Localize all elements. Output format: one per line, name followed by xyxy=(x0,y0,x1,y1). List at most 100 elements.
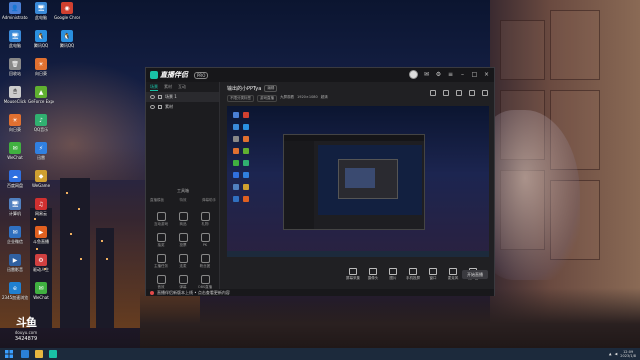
share-icon[interactable] xyxy=(482,90,488,96)
folder-icon xyxy=(35,350,43,358)
desktop-icon[interactable]: 🖥 此电脑 xyxy=(2,30,28,48)
tool-icon xyxy=(156,212,166,221)
tab-sources[interactable]: 素材 xyxy=(164,84,172,90)
desktop-icon[interactable]: ✉ WeChat xyxy=(28,282,54,300)
app-logo-icon xyxy=(150,71,158,79)
taskbar-app-ie[interactable] xyxy=(18,348,32,360)
desktop-icon[interactable]: 🐧 腾讯QQ xyxy=(54,30,80,48)
edit-title-button[interactable]: 编辑 xyxy=(264,85,278,92)
tool-item[interactable]: 弹幕 xyxy=(172,275,194,290)
desktop-icon[interactable]: ☀ 向日葵 xyxy=(2,114,28,132)
floor xyxy=(140,288,640,348)
tool-item[interactable]: OBS直播 xyxy=(194,275,216,290)
desktop-icon[interactable]: ▶ 迅雷影音 xyxy=(2,254,28,272)
microphone-button[interactable]: 麦克风 xyxy=(445,267,461,281)
desktop-icon[interactable]: ✉ WeChat xyxy=(2,142,28,160)
minimize-icon[interactable]: – xyxy=(459,71,466,78)
go-live-button[interactable]: 开始直播 xyxy=(462,270,488,279)
desktop-icon[interactable]: ☀ 向日葵 xyxy=(28,58,54,76)
preview-nested-window xyxy=(283,134,425,230)
lock-icon[interactable] xyxy=(158,95,162,99)
category-tag[interactable]: 不限分类标签 xyxy=(227,95,254,102)
scene-item[interactable]: 场景 1 xyxy=(146,92,219,102)
screen-capture-button[interactable]: 屏幕采集 xyxy=(345,267,361,281)
tool-item[interactable]: 音效 xyxy=(150,275,172,290)
taskbar-app-explorer[interactable] xyxy=(32,348,46,360)
tab-scenes[interactable]: 场景 xyxy=(150,84,158,91)
tool-icon xyxy=(178,212,188,221)
meta-text: 1920×1080 xyxy=(297,95,318,99)
tool-icon xyxy=(156,275,166,284)
desktop-icon[interactable]: 🖥 此电脑 xyxy=(28,2,54,20)
scene-item[interactable]: 素材 xyxy=(146,102,219,112)
desktop-icon[interactable]: 🐧 腾讯QQ xyxy=(28,30,54,48)
notice-bar[interactable]: 直播伴侣新版本上线 • 点击查看更新内容 xyxy=(146,289,494,296)
image-button[interactable]: 图片 xyxy=(385,267,401,281)
desktop-icon[interactable]: 🗑 回收站 xyxy=(2,58,28,76)
main-panel: 输出的小PPTya 编辑 不限分类标签 游戏直播 大屏观看 1920×1080 … xyxy=(221,82,494,289)
layout-icon[interactable] xyxy=(430,90,436,96)
desktop-icon[interactable]: ☁ 百度网盘 xyxy=(2,170,28,188)
tool-item[interactable]: 商品 xyxy=(172,212,194,227)
network-icon[interactable]: ▲ xyxy=(609,352,612,356)
desktop-icon[interactable]: ◉Google Chrome xyxy=(54,2,80,20)
tool-item[interactable]: PK xyxy=(194,233,216,248)
start-button[interactable] xyxy=(0,348,18,360)
settings-icon[interactable]: ⚙ xyxy=(435,71,442,78)
tool-item[interactable]: 连麦 xyxy=(172,254,194,269)
toolbox-tab[interactable]: 弹幕助手 xyxy=(202,198,216,203)
desktop-icon[interactable]: ♪ QQ音乐 xyxy=(28,114,54,132)
tab-interact[interactable]: 互动 xyxy=(178,84,186,90)
desktop-icon[interactable]: 🖱 MouseClick xyxy=(2,86,28,104)
desktop-icon[interactable]: ◆ WeGame xyxy=(28,170,54,188)
tool-item[interactable]: 主播任务 xyxy=(150,254,172,269)
lock-icon[interactable] xyxy=(158,105,162,109)
tool-item[interactable]: 礼物 xyxy=(194,212,216,227)
tool-item[interactable]: 投票 xyxy=(172,233,194,248)
taskbar-app-live[interactable] xyxy=(46,348,60,360)
category-tag[interactable]: 游戏直播 xyxy=(257,95,277,102)
toolbox-tab[interactable]: 特效 xyxy=(180,198,187,203)
maximize-icon[interactable]: □ xyxy=(471,71,478,78)
camera-icon[interactable] xyxy=(456,90,462,96)
toolbox-tab[interactable]: 直播模板 xyxy=(150,198,164,203)
record-icon[interactable] xyxy=(443,90,449,96)
menu-icon[interactable]: ≡ xyxy=(447,71,454,78)
fullscreen-icon[interactable] xyxy=(469,90,475,96)
tool-item[interactable]: 抽奖 xyxy=(150,233,172,248)
stream-info: 输出的小PPTya 编辑 不限分类标签 游戏直播 大屏观看 1920×1080 … xyxy=(221,82,494,104)
computer-icon: 🖥 xyxy=(35,2,47,14)
douyu-domain: douyu.com xyxy=(14,330,38,335)
desktop-icon[interactable]: ▶ 斗鱼直播 xyxy=(28,226,54,244)
close-icon[interactable]: × xyxy=(483,71,490,78)
stream-preview[interactable] xyxy=(227,106,489,257)
desktop-icon[interactable]: 🖥 计算机 xyxy=(2,198,28,216)
scene-label: 素材 xyxy=(165,104,173,109)
camera-button[interactable]: 摄像头 xyxy=(365,267,381,281)
version-badge[interactable]: PRO xyxy=(194,71,209,79)
mouse-icon: 🖱 xyxy=(9,86,21,98)
desktop-icon[interactable]: ▲GeForce Experience xyxy=(28,86,54,104)
tool-item[interactable]: 互动游戏 xyxy=(150,212,172,227)
preview-desktop-icons xyxy=(233,112,263,208)
volume-icon[interactable]: ◀ xyxy=(615,352,618,356)
chrome-icon: ◉ xyxy=(61,2,73,14)
phone-cast-button[interactable]: 手机投屏 xyxy=(405,267,421,281)
mail-icon[interactable]: ✉ xyxy=(423,71,430,78)
gear-icon: ⚙ xyxy=(35,254,47,266)
avatar[interactable] xyxy=(409,70,418,79)
microphone-icon xyxy=(449,267,457,275)
window-icon xyxy=(429,267,437,275)
clock[interactable]: 12:09 2023/1/8 xyxy=(620,350,636,358)
tool-icon xyxy=(200,275,210,284)
desktop-icon[interactable]: ⚙ 驱动人生 xyxy=(28,254,54,272)
desktop-icon[interactable]: ⚡ 迅雷 xyxy=(28,142,54,160)
desktop-icon[interactable]: ♫ 网易云 xyxy=(28,198,54,216)
window-capture-button[interactable]: 窗口 xyxy=(425,267,441,281)
tool-item[interactable]: 粉丝团 xyxy=(194,254,216,269)
desktop-icon[interactable]: e2345加速浏览器 xyxy=(2,282,28,300)
eye-icon[interactable] xyxy=(150,105,155,109)
eye-icon[interactable] xyxy=(150,95,155,99)
desktop-icon[interactable]: 👤Administrato... xyxy=(2,2,28,20)
desktop-icon[interactable]: ✉ 企业微信 xyxy=(2,226,28,244)
